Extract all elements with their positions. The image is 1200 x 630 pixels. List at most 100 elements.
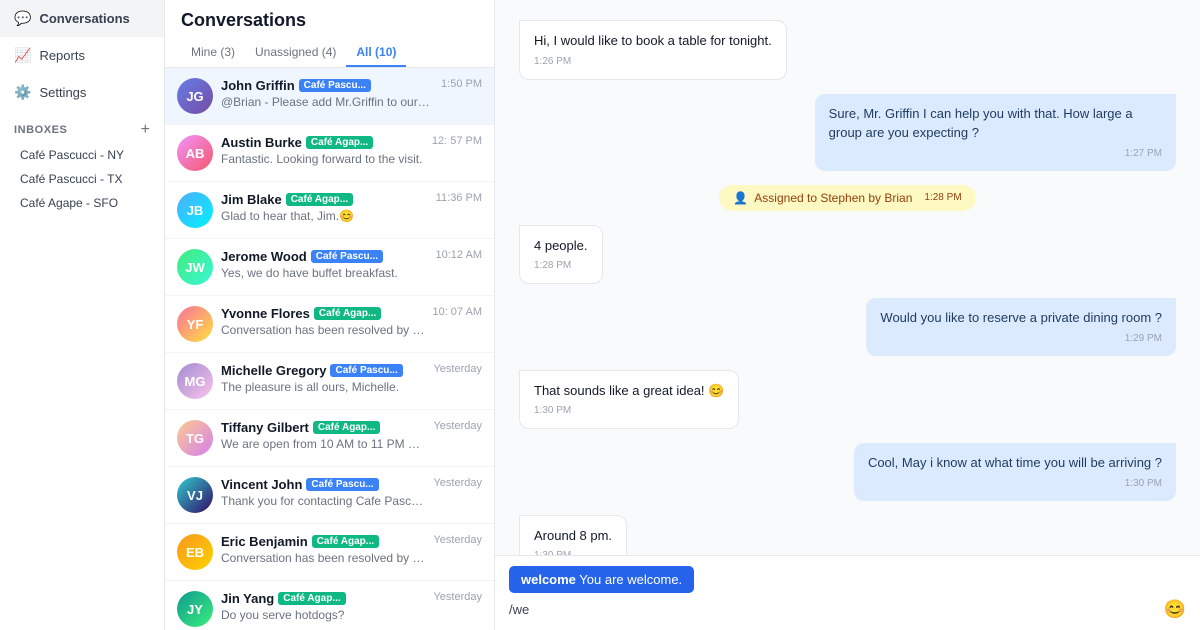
conv-info: Tiffany Gilbert Café Agap... We are open… bbox=[221, 420, 425, 451]
message-text: 4 people. bbox=[534, 236, 588, 256]
message-time: 1:29 PM bbox=[880, 331, 1162, 346]
avatar: VJ bbox=[177, 477, 213, 513]
conv-info: Yvonne Flores Café Agap... Conversation … bbox=[221, 306, 424, 337]
conv-time: Yesterday bbox=[433, 534, 482, 546]
msg-row-2: Sure, Mr. Griffin I can help you with th… bbox=[519, 94, 1176, 171]
conv-time: Yesterday bbox=[433, 363, 482, 375]
avatar: MG bbox=[177, 363, 213, 399]
sidebar-item-label: Settings bbox=[39, 85, 86, 100]
conv-info: Austin Burke Café Agap... Fantastic. Loo… bbox=[221, 135, 424, 166]
message-bubble: Hi, I would like to book a table for ton… bbox=[519, 20, 787, 80]
msg-row-8: Around 8 pm. 1:30 PM bbox=[519, 515, 1176, 556]
conv-list-title: Conversations bbox=[181, 10, 478, 31]
sidebar-inbox-cafe-pascucci-ny[interactable]: Café Pascucci - NY bbox=[0, 143, 164, 167]
sidebar-item-conversations[interactable]: 💬 Conversations bbox=[0, 0, 164, 37]
conv-name: John Griffin bbox=[221, 78, 295, 93]
conv-item-10[interactable]: JY Jin Yang Café Agap... Do you serve ho… bbox=[165, 581, 494, 630]
system-text: Assigned to Stephen by Brian bbox=[754, 191, 912, 205]
sidebar-nav: 💬 Conversations 📈Reports ⚙️ Settings bbox=[0, 0, 164, 111]
conv-list-header: Conversations Mine (3)Unassigned (4)All … bbox=[165, 0, 494, 68]
sidebar-item-label: Conversations bbox=[39, 11, 129, 26]
message-text: Hi, I would like to book a table for ton… bbox=[534, 31, 772, 51]
conv-time: 11:36 PM bbox=[436, 192, 482, 204]
sidebar-inbox-cafe-pascucci-tx[interactable]: Café Pascucci - TX bbox=[0, 167, 164, 191]
conv-name: Michelle Gregory bbox=[221, 363, 326, 378]
conv-preview: Conversation has been resolved by Stephe… bbox=[221, 323, 424, 337]
add-inbox-icon[interactable]: + bbox=[141, 121, 150, 139]
system-person-icon: 👤 bbox=[733, 191, 748, 205]
reports-icon: 📈 bbox=[14, 47, 31, 64]
conv-tab-unassigned[interactable]: Unassigned (4) bbox=[245, 39, 346, 67]
conv-name: Jim Blake bbox=[221, 192, 282, 207]
message-time: 1:30 PM bbox=[868, 476, 1162, 491]
conv-item-8[interactable]: VJ Vincent John Café Pascu... Thank you … bbox=[165, 467, 494, 524]
conv-badge: Café Pascu... bbox=[311, 250, 383, 263]
settings-icon: ⚙️ bbox=[14, 84, 31, 101]
message-bubble: Sure, Mr. Griffin I can help you with th… bbox=[815, 94, 1176, 171]
system-time: 1:28 PM bbox=[924, 192, 961, 203]
msg-row-5: Would you like to reserve a private dini… bbox=[519, 298, 1176, 356]
conv-name: Jerome Wood bbox=[221, 249, 307, 264]
conv-badge: Café Agap... bbox=[306, 136, 373, 149]
conv-name-row: Eric Benjamin Café Agap... bbox=[221, 534, 425, 549]
message-time: 1:30 PM bbox=[534, 403, 724, 418]
emoji-icon[interactable]: 😊 bbox=[1164, 599, 1186, 620]
conv-item-9[interactable]: EB Eric Benjamin Café Agap... Conversati… bbox=[165, 524, 494, 581]
input-suggestion: welcome You are welcome. bbox=[509, 566, 694, 593]
conv-preview: Fantastic. Looking forward to the visit. bbox=[221, 152, 424, 166]
conv-badge: Café Pascu... bbox=[306, 478, 378, 491]
avatar: YF bbox=[177, 306, 213, 342]
conv-time: 12: 57 PM bbox=[432, 135, 482, 147]
conv-item-6[interactable]: MG Michelle Gregory Café Pascu... The pl… bbox=[165, 353, 494, 410]
msg-row-1: Hi, I would like to book a table for ton… bbox=[519, 20, 1176, 80]
suggestion-keyword: welcome bbox=[521, 572, 576, 587]
conv-item-4[interactable]: JW Jerome Wood Café Pascu... Yes, we do … bbox=[165, 239, 494, 296]
msg-row-4: 4 people. 1:28 PM bbox=[519, 225, 1176, 285]
message-time: 1:27 PM bbox=[829, 146, 1162, 161]
conv-name-row: Vincent John Café Pascu... bbox=[221, 477, 425, 492]
avatar: AB bbox=[177, 135, 213, 171]
conv-items: JG John Griffin Café Pascu... @Brian - P… bbox=[165, 68, 494, 630]
message-time: 1:28 PM bbox=[534, 258, 588, 273]
conv-tab-all[interactable]: All (10) bbox=[346, 39, 406, 67]
chat-input-area: welcome You are welcome. 😊 bbox=[495, 555, 1200, 630]
conv-time: 1:50 PM bbox=[441, 78, 482, 90]
conv-time: Yesterday bbox=[433, 477, 482, 489]
conv-item-7[interactable]: TG Tiffany Gilbert Café Agap... We are o… bbox=[165, 410, 494, 467]
conv-preview: Conversation has been resolved by Brian. bbox=[221, 551, 425, 565]
message-bubble: That sounds like a great idea! 😊 1:30 PM bbox=[519, 370, 739, 430]
sidebar-item-settings[interactable]: ⚙️ Settings bbox=[0, 74, 164, 111]
conv-name-row: Austin Burke Café Agap... bbox=[221, 135, 424, 150]
conv-info: Jerome Wood Café Pascu... Yes, we do hav… bbox=[221, 249, 428, 280]
message-text: Sure, Mr. Griffin I can help you with th… bbox=[829, 104, 1162, 143]
conv-item-5[interactable]: YF Yvonne Flores Café Agap... Conversati… bbox=[165, 296, 494, 353]
message-text: That sounds like a great idea! 😊 bbox=[534, 381, 724, 401]
suggestion-text: You are welcome. bbox=[576, 572, 682, 587]
conv-name: Jin Yang bbox=[221, 591, 274, 606]
conv-item-3[interactable]: JB Jim Blake Café Agap... Glad to hear t… bbox=[165, 182, 494, 239]
message-text: Around 8 pm. bbox=[534, 526, 612, 546]
conversations-icon: 💬 bbox=[14, 10, 31, 27]
conv-name-row: Yvonne Flores Café Agap... bbox=[221, 306, 424, 321]
conv-badge: Café Agap... bbox=[278, 592, 345, 605]
conv-badge: Café Agap... bbox=[314, 307, 381, 320]
avatar: JB bbox=[177, 192, 213, 228]
conv-item-2[interactable]: AB Austin Burke Café Agap... Fantastic. … bbox=[165, 125, 494, 182]
conv-tabs: Mine (3)Unassigned (4)All (10) bbox=[181, 39, 478, 67]
conv-item-1[interactable]: JG John Griffin Café Pascu... @Brian - P… bbox=[165, 68, 494, 125]
message-bubble: Cool, May i know at what time you will b… bbox=[854, 443, 1176, 501]
conv-time: Yesterday bbox=[433, 420, 482, 432]
conv-name: Eric Benjamin bbox=[221, 534, 308, 549]
conv-badge: Café Pascu... bbox=[299, 79, 371, 92]
chat-input[interactable] bbox=[509, 602, 1156, 617]
chat-area: Hi, I would like to book a table for ton… bbox=[495, 0, 1200, 630]
sidebar-inbox-cafe-agape-sfo[interactable]: Café Agape - SFO bbox=[0, 191, 164, 215]
inboxes-label: Inboxes bbox=[14, 124, 67, 136]
conv-name-row: Jin Yang Café Agap... bbox=[221, 591, 425, 606]
conv-info: Michelle Gregory Café Pascu... The pleas… bbox=[221, 363, 425, 394]
conv-name: Vincent John bbox=[221, 477, 302, 492]
conv-preview: Yes, we do have buffet breakfast. bbox=[221, 266, 428, 280]
sidebar-item-reports[interactable]: 📈Reports bbox=[0, 37, 164, 74]
sidebar: 💬 Conversations 📈Reports ⚙️ Settings Inboxes… bbox=[0, 0, 165, 630]
conv-tab-mine[interactable]: Mine (3) bbox=[181, 39, 245, 67]
